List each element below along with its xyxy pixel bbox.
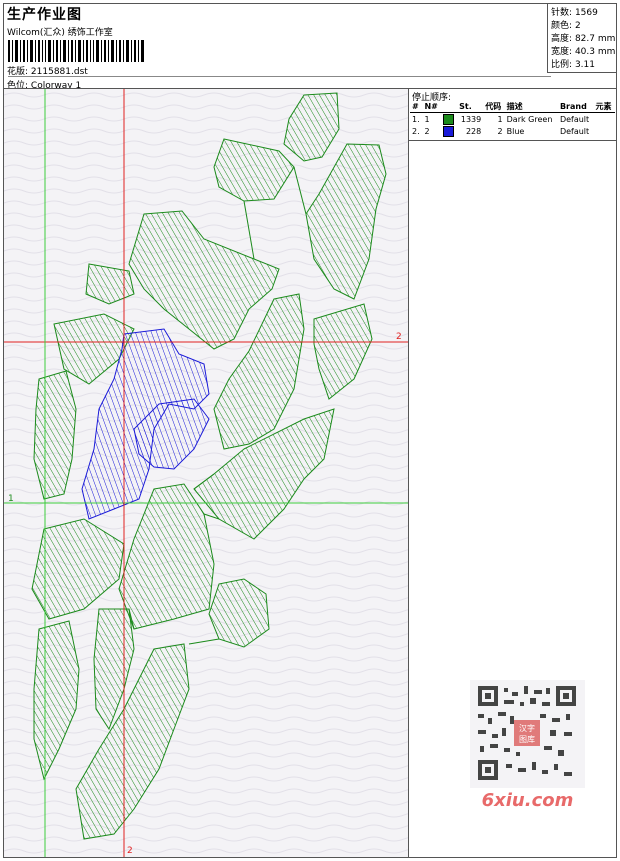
svg-text:汉字: 汉字: [519, 723, 535, 733]
col-code: 代码: [483, 101, 505, 113]
panel-divider: [409, 140, 616, 141]
watermark-site: 6xiu.com: [481, 790, 574, 811]
col-n: N#: [422, 101, 442, 113]
col-color: [441, 101, 458, 113]
table-row: 1. 1 1339 1 Dark Green Default: [412, 113, 590, 125]
stat-colors: 颜色 2: [551, 18, 581, 31]
qr-code-image: 汉字 图库: [470, 680, 585, 788]
stat-height: 高度 82.7 mm: [551, 31, 615, 44]
table-header-row: # N# St. 代码 描述 Brand 元素: [410, 101, 615, 113]
header-divider: [8, 76, 551, 77]
watermark: 汉字 图库 6xiu.com: [470, 680, 585, 815]
stat-width: 宽度 40.3 mm: [551, 44, 615, 57]
page-title: 生产作业图: [7, 7, 82, 23]
axis-label-v-red: 2: [127, 846, 133, 856]
barcode-image: [8, 40, 144, 62]
color-swatch-green: [443, 113, 455, 125]
axis-label-h-green: 1: [8, 494, 14, 504]
col-stitches: St.: [457, 101, 484, 113]
col-element: 元素: [593, 101, 615, 113]
col-index: #: [410, 101, 423, 113]
design-canvas: 2 1 2: [4, 89, 409, 857]
design-stats: 针数 1569 颜色 2 高度 82.7 mm 宽度 40.3 mm 比例 3.…: [547, 4, 617, 73]
stop-sequence-table: # N# St. 代码 描述 Brand 元素 1. 1 1339 1 Dark…: [410, 101, 615, 137]
col-description: 描述: [504, 101, 558, 113]
table-row: 2. 2 228 2 Blue Default: [412, 125, 590, 137]
axis-label-h-red: 2: [396, 332, 402, 342]
studio-subtitle: Wilcom(汇众) 绣饰工作室: [7, 28, 113, 38]
color-swatch-blue: [443, 125, 455, 137]
col-brand: Brand: [557, 101, 594, 113]
stat-scale: 比例 3.11: [551, 57, 595, 70]
svg-text:图库: 图库: [519, 734, 535, 744]
stat-stitches: 针数 1569: [551, 5, 598, 18]
header-info: 生产作业图 Wilcom(汇众) 绣饰工作室 花版: 2115881.dst 色…: [4, 4, 551, 91]
embroidery-preview: [4, 89, 408, 857]
